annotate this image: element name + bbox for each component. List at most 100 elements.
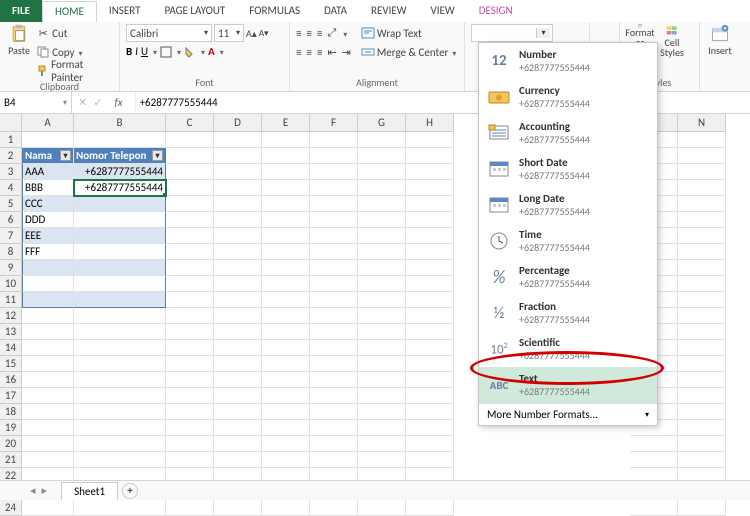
row-header[interactable]: 4 (0, 180, 22, 196)
cell[interactable] (630, 500, 678, 516)
cell[interactable] (214, 228, 262, 244)
number-format-option[interactable]: ABCText+6287777555444 (479, 367, 657, 403)
cell[interactable] (166, 164, 214, 180)
cell[interactable] (310, 164, 358, 180)
cell[interactable] (214, 420, 262, 436)
cell[interactable] (310, 148, 358, 164)
cell[interactable] (214, 452, 262, 468)
cell[interactable] (406, 404, 454, 420)
cell[interactable] (22, 372, 74, 388)
cell[interactable] (358, 244, 406, 260)
cell[interactable]: DDD (22, 212, 74, 228)
row-header[interactable]: 17 (0, 388, 22, 404)
cell[interactable] (74, 132, 166, 148)
cell[interactable] (406, 212, 454, 228)
cell[interactable] (678, 228, 726, 244)
row-header[interactable]: 14 (0, 340, 22, 356)
cell[interactable] (166, 420, 214, 436)
fx-icon[interactable]: fx (108, 96, 128, 109)
cell[interactable] (262, 276, 310, 292)
cell[interactable] (358, 500, 406, 516)
cell[interactable] (74, 372, 166, 388)
number-format-option[interactable]: %Percentage+6287777555444 (479, 259, 657, 295)
cell[interactable] (678, 292, 726, 308)
cell[interactable] (406, 388, 454, 404)
col-header[interactable]: N (678, 114, 726, 132)
cell[interactable] (358, 212, 406, 228)
cell[interactable] (262, 212, 310, 228)
row-header[interactable]: 9 (0, 260, 22, 276)
align-top-icon[interactable]: ≡ (296, 27, 301, 40)
cell[interactable] (262, 372, 310, 388)
cell[interactable] (262, 132, 310, 148)
cell[interactable]: BBB (22, 180, 74, 196)
cell[interactable] (678, 404, 726, 420)
cell[interactable] (406, 148, 454, 164)
cell[interactable]: FFF (22, 244, 74, 260)
cell[interactable] (358, 292, 406, 308)
col-header[interactable]: D (214, 114, 262, 132)
cell[interactable] (406, 340, 454, 356)
row-header[interactable]: 13 (0, 324, 22, 340)
tab-file[interactable]: FILE (0, 0, 42, 22)
cell[interactable] (166, 276, 214, 292)
cell[interactable] (74, 308, 166, 324)
row-header[interactable]: 8 (0, 244, 22, 260)
cell[interactable] (310, 500, 358, 516)
cell[interactable] (678, 308, 726, 324)
col-header[interactable]: B (74, 114, 166, 132)
cell[interactable] (74, 388, 166, 404)
cell[interactable] (358, 196, 406, 212)
col-header[interactable]: F (310, 114, 358, 132)
cell[interactable] (74, 292, 166, 308)
border-button[interactable] (160, 46, 172, 58)
cell[interactable] (74, 404, 166, 420)
cell[interactable] (166, 372, 214, 388)
row-header[interactable]: 18 (0, 404, 22, 420)
cell[interactable] (358, 340, 406, 356)
cell[interactable] (406, 372, 454, 388)
cell[interactable] (166, 404, 214, 420)
cell[interactable] (214, 404, 262, 420)
underline-button[interactable]: U (141, 45, 148, 58)
cut-button[interactable]: ✂Cut (36, 24, 113, 42)
align-middle-icon[interactable]: ≡ (306, 27, 311, 40)
cell[interactable]: AAA (22, 164, 74, 180)
cell[interactable] (678, 276, 726, 292)
row-header[interactable]: 10 (0, 276, 22, 292)
cell[interactable] (214, 372, 262, 388)
cell[interactable] (262, 452, 310, 468)
cell[interactable] (214, 308, 262, 324)
tab-home[interactable]: HOME (42, 1, 97, 23)
tab-view[interactable]: VIEW (419, 0, 467, 22)
cell[interactable] (166, 500, 214, 516)
cell[interactable] (310, 196, 358, 212)
tab-data[interactable]: DATA (312, 0, 359, 22)
cell[interactable] (166, 308, 214, 324)
cell[interactable] (74, 500, 166, 516)
cell[interactable] (262, 196, 310, 212)
number-format-select[interactable]: ▾ (471, 24, 553, 42)
cell[interactable] (22, 356, 74, 372)
select-all-corner[interactable] (0, 114, 22, 132)
row-header[interactable]: 5 (0, 196, 22, 212)
cell[interactable] (74, 276, 166, 292)
increase-font-icon[interactable]: A▴ (246, 27, 257, 40)
cell[interactable] (678, 164, 726, 180)
cell[interactable] (22, 420, 74, 436)
cell[interactable] (678, 340, 726, 356)
number-format-option[interactable]: Long Date+6287777555444 (479, 187, 657, 223)
paste-button[interactable]: Paste (6, 24, 32, 58)
number-format-option[interactable]: Accounting+6287777555444 (479, 115, 657, 151)
sheet-tab[interactable]: Sheet1 (61, 482, 118, 500)
more-number-formats[interactable]: More Number Formats...▾ (479, 403, 657, 425)
cell[interactable] (166, 148, 214, 164)
cell[interactable] (678, 500, 726, 516)
cell[interactable] (74, 212, 166, 228)
font-size-select[interactable]: 11▾ (214, 24, 244, 42)
align-center-icon[interactable]: ≡ (306, 46, 311, 59)
cell[interactable] (214, 500, 262, 516)
cell[interactable] (166, 228, 214, 244)
cell[interactable] (262, 388, 310, 404)
cell[interactable] (310, 356, 358, 372)
